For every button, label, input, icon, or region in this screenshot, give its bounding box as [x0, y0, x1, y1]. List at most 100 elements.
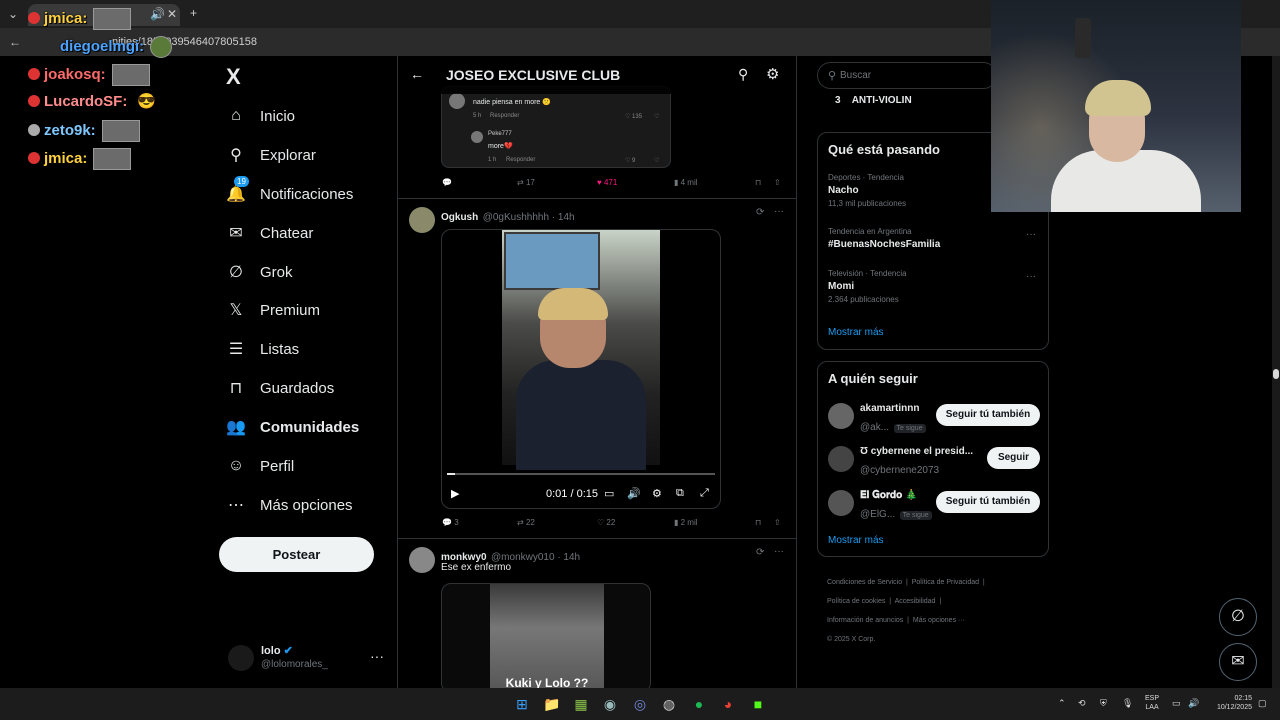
reply-button[interactable]: Responder	[490, 113, 519, 119]
avatar[interactable]	[828, 403, 854, 429]
footer-link[interactable]: Más opciones ···	[913, 617, 965, 624]
tab-list-icon[interactable]: ⌄	[8, 7, 18, 21]
reply-likes[interactable]: ♡ 135	[625, 113, 642, 120]
footer-link[interactable]: Accesibilidad	[895, 598, 936, 605]
show-more-link[interactable]: Mostrar más	[828, 535, 884, 546]
repost-button[interactable]: ⇄ 17	[517, 178, 535, 187]
nav-item-grok[interactable]: ∅ Grok	[226, 256, 386, 288]
footer-link[interactable]: Condiciones de Servicio	[827, 579, 902, 586]
search-icon[interactable]: ⚲	[738, 66, 748, 83]
reply-icon[interactable]: 💬	[442, 178, 452, 187]
repost-button[interactable]: ⇄ 22	[517, 518, 535, 527]
captions-icon[interactable]: ▭	[604, 487, 614, 500]
video-player[interactable]: Kuki y Lolo ??	[441, 583, 651, 688]
follow-button[interactable]: Seguir tú también	[936, 404, 1040, 426]
tray-chevron-icon[interactable]: ⌃	[1058, 698, 1066, 709]
tray-sync-icon[interactable]: ⟲	[1078, 698, 1086, 709]
fullscreen-icon[interactable]: ⤢	[700, 487, 709, 500]
steam-icon[interactable]: ◉	[600, 694, 620, 714]
reply-button[interactable]: 💬 3	[442, 518, 459, 527]
follow-name[interactable]: Ʊ cybernene el presid...	[860, 446, 973, 457]
avatar[interactable]	[409, 207, 435, 233]
avatar[interactable]	[828, 490, 854, 516]
share-icon[interactable]: ⇧	[774, 518, 781, 527]
dislike-icon[interactable]: ♡	[654, 157, 659, 164]
like-button[interactable]: ♥ 471	[597, 178, 617, 187]
reply-button[interactable]: Responder	[506, 157, 535, 163]
back-icon[interactable]: ←	[9, 35, 21, 49]
views-button[interactable]: ▮ 2 mil	[674, 518, 698, 527]
language-indicator[interactable]: ESP LAA	[1145, 694, 1159, 712]
more-icon[interactable]: ···	[774, 546, 784, 557]
pip-icon[interactable]: ⧉	[676, 487, 684, 500]
app-icon[interactable]: ▦	[571, 694, 591, 714]
show-more-link[interactable]: Mostrar más	[828, 327, 884, 338]
clock[interactable]: 02:15 10/12/2025	[1208, 694, 1252, 712]
author-name[interactable]: Ogkush	[441, 212, 478, 223]
volume-icon[interactable]: 🔊	[627, 487, 641, 500]
messages-fab-icon[interactable]: ✉	[1219, 643, 1257, 681]
quoted-card[interactable]: nadie piensa en more 🙁 5 h Responder ♡ 1…	[441, 86, 671, 168]
gear-icon[interactable]: ⚙	[766, 65, 779, 83]
obs-icon[interactable]: ◍	[659, 694, 679, 714]
page-scrollbar[interactable]	[1272, 56, 1280, 688]
views-button[interactable]: ▮ 4 mil	[674, 178, 698, 187]
settings-icon[interactable]: ⚙	[652, 487, 662, 500]
nav-item-inicio[interactable]: ⌂ Inicio	[226, 100, 386, 132]
nav-item-más-opciones[interactable]: ⋯ Más opciones	[226, 489, 386, 521]
follow-button[interactable]: Seguir tú también	[936, 491, 1040, 513]
close-tab-icon[interactable]: ✕	[167, 7, 177, 21]
more-icon[interactable]: ···	[1026, 271, 1036, 282]
file-explorer-icon[interactable]: 📁	[542, 694, 562, 714]
like-button[interactable]: ♡ 22	[597, 518, 615, 527]
post-button[interactable]: Postear	[219, 537, 374, 572]
nav-item-perfil[interactable]: ☺ Perfil	[226, 450, 386, 482]
discord-icon[interactable]: ◎	[630, 694, 650, 714]
nav-item-notificaciones[interactable]: 🔔 19 Notificaciones	[226, 176, 386, 210]
play-icon[interactable]: ▶	[451, 487, 459, 500]
follow-button[interactable]: Seguir	[987, 447, 1040, 469]
tray-network-icon[interactable]: ▭	[1172, 698, 1181, 709]
footer-link[interactable]: Política de Privacidad	[912, 579, 979, 586]
bookmark-icon[interactable]: ⊓	[755, 518, 761, 527]
more-icon[interactable]: ···	[774, 206, 784, 217]
chrome-icon[interactable]: ◕	[718, 694, 738, 714]
follow-name[interactable]: 𝐄𝐥 𝐆𝐨𝐫𝐝𝐨 🎄	[860, 490, 917, 501]
grok-fab-icon[interactable]: ∅	[1219, 598, 1257, 636]
nav-item-comunidades[interactable]: 👥 Comunidades	[226, 411, 386, 443]
video-progress[interactable]	[447, 473, 715, 475]
trend-item[interactable]: Televisión · Tendencia Momi 2.364 public…	[828, 269, 1040, 304]
new-tab-icon[interactable]: +	[190, 6, 197, 20]
notification-icon[interactable]: ▢	[1258, 698, 1267, 709]
search-input[interactable]: ⚲ Buscar	[817, 62, 997, 89]
nav-item-listas[interactable]: ☰ Listas	[226, 333, 386, 365]
tray-volume-icon[interactable]: 🔊	[1188, 698, 1199, 709]
footer-link[interactable]: Política de cookies	[827, 598, 885, 605]
windows-start-icon[interactable]: ⊞	[512, 694, 532, 714]
scroll-thumb[interactable]	[1273, 369, 1279, 379]
avatar[interactable]	[409, 547, 435, 573]
author-handle[interactable]: @0gKushhhhh · 14h	[483, 212, 575, 223]
trend-item[interactable]: Tendencia en Argentina #BuenasNochesFami…	[828, 227, 1040, 250]
x-logo[interactable]: X	[226, 64, 241, 90]
more-icon[interactable]: ···	[1026, 229, 1036, 240]
video-player[interactable]: ▶ 0:01 / 0:15 ▭ 🔊 ⚙ ⧉ ⤢	[441, 229, 721, 509]
audio-icon[interactable]: 🔊	[150, 7, 165, 21]
nav-item-premium[interactable]: 𝕏 Premium	[226, 294, 386, 326]
nav-item-guardados[interactable]: ⊓ Guardados	[226, 372, 386, 404]
avatar[interactable]	[828, 446, 854, 472]
nav-item-explorar[interactable]: ⚲ Explorar	[226, 139, 386, 171]
more-icon[interactable]: ···	[370, 648, 384, 664]
account-switcher[interactable]: lolo ✔ @lolomorales_ ···	[228, 644, 388, 674]
reply-likes[interactable]: ♡ 9	[625, 157, 635, 164]
tray-mic-icon[interactable]: 🎙	[1122, 698, 1133, 709]
dislike-icon[interactable]: ♡	[654, 113, 659, 120]
ranked-item[interactable]: 3 ANTI-VIOLIN	[835, 95, 912, 106]
grok-icon[interactable]: ⟳	[756, 207, 764, 218]
footer-link[interactable]: Información de anuncios	[827, 617, 903, 624]
bookmark-icon[interactable]: ⊓	[755, 178, 761, 187]
nav-item-chatear[interactable]: ✉ Chatear	[226, 217, 386, 249]
spotify-icon[interactable]: ●	[689, 694, 709, 714]
kick-icon[interactable]: ■	[748, 694, 768, 714]
share-icon[interactable]: ⇧	[774, 178, 781, 187]
